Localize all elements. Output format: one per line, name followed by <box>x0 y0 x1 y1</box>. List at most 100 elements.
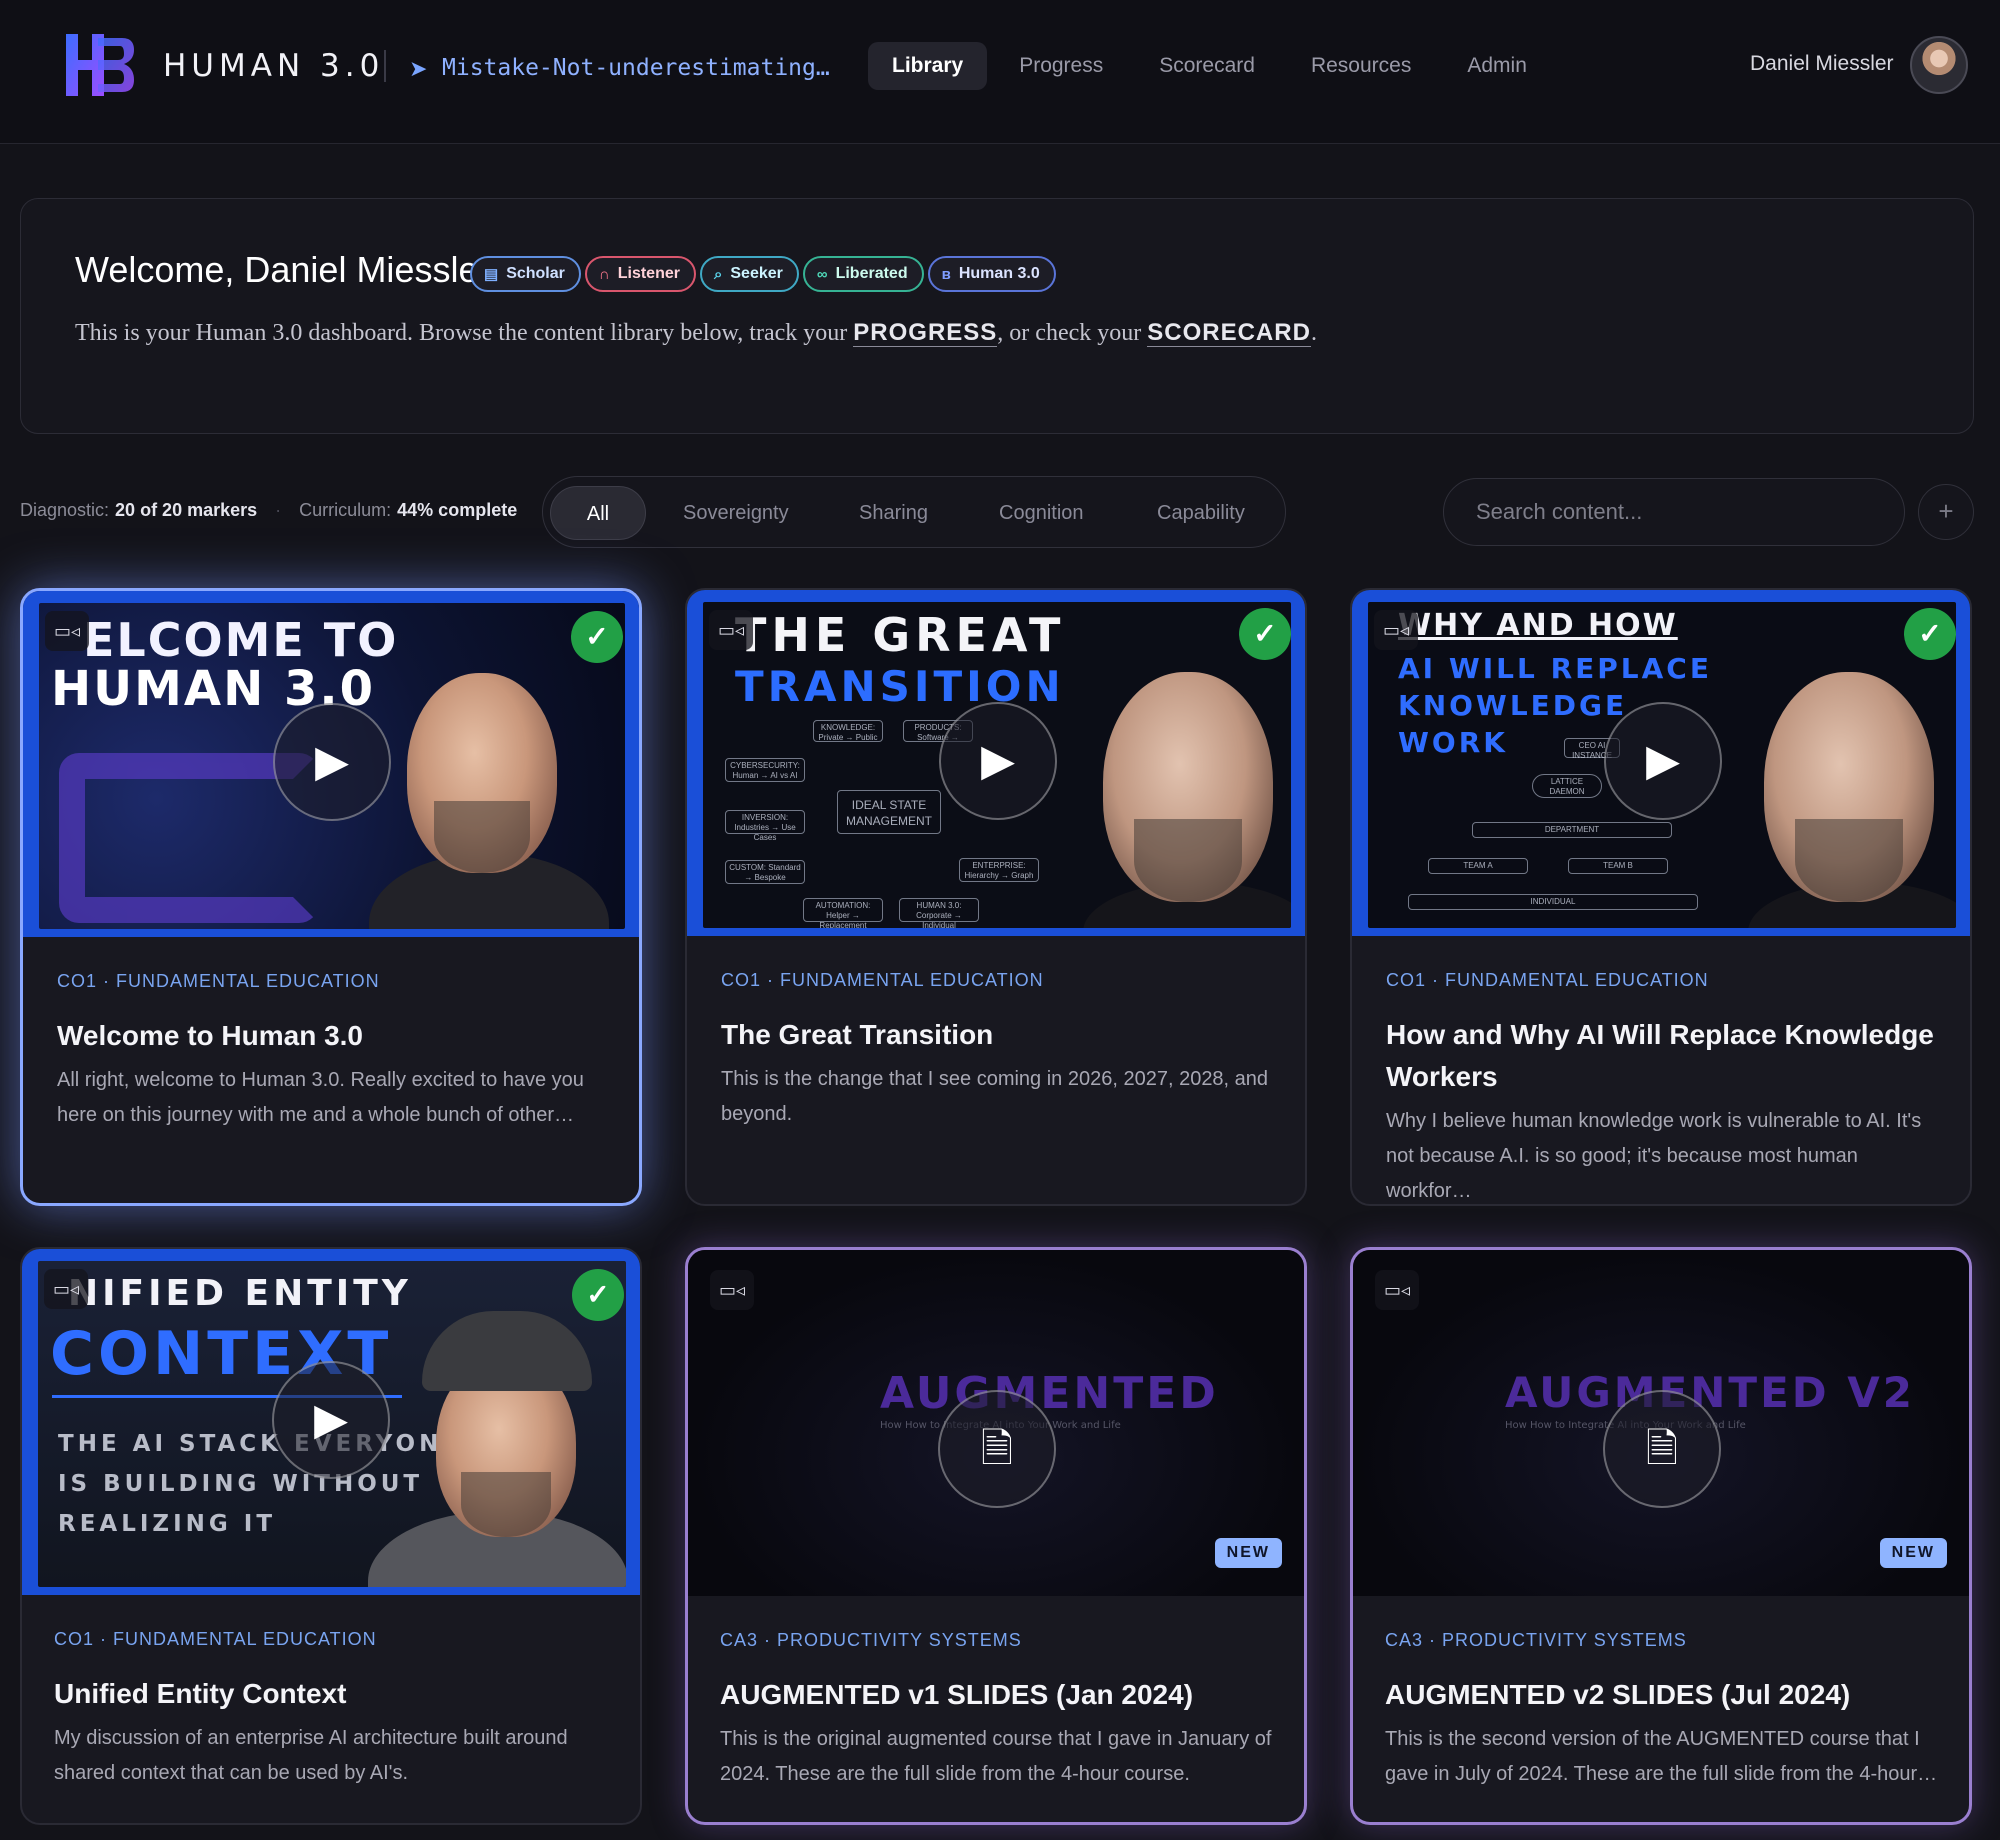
diagram-node: TEAM A <box>1428 858 1528 874</box>
achievement-badges: ▤ Scholar ∩ Listener ⌕ Seeker ∞ Liberate… <box>470 256 1056 292</box>
diagram-node: ENTERPRISE: Hierarchy → Graph <box>959 858 1039 882</box>
content-card[interactable]: ELCOME TO HUMAN 3.0 ▭◃ ✓ ▶ CO1 · FUNDAME… <box>20 588 642 1206</box>
presenter-face <box>407 673 557 873</box>
content-card[interactable]: WHY AND HOW AI WILL REPLACE KNOWLEDGE WO… <box>1350 588 1972 1206</box>
document-button[interactable]: 🗎 <box>938 1390 1056 1508</box>
thumb-title-line: AUGMENTED <box>880 1368 1219 1419</box>
completed-check-icon: ✓ <box>1239 608 1291 660</box>
curriculum-label: Curriculum: <box>299 500 392 520</box>
diagram-node: INVERSION: Industries → Use Cases <box>725 810 805 842</box>
main-nav: Library Progress Scorecard Resources Adm… <box>868 42 1551 90</box>
card-thumbnail: AUGMENTED How How to Integrate AI into Y… <box>688 1250 1304 1596</box>
badge-listener[interactable]: ∩ Listener <box>584 256 696 292</box>
top-header: HUMAN 3.0 ➤ Mistake-Not-underestimating…… <box>0 0 2000 144</box>
search-input[interactable] <box>1443 478 1905 546</box>
completed-check-icon: ✓ <box>571 611 623 663</box>
diagram-node: LATTICE DAEMON <box>1532 774 1602 798</box>
tab-sovereignty[interactable]: Sovereignty <box>683 486 789 540</box>
completed-check-icon: ✓ <box>1904 608 1956 660</box>
new-badge: NEW <box>1214 1538 1282 1568</box>
thumb-title-line: AUGMENTED V2 <box>1505 1368 1915 1417</box>
tab-sharing[interactable]: Sharing <box>859 486 928 540</box>
user-name[interactable]: Daniel Miessler <box>1750 52 1894 76</box>
presenter-cap <box>422 1311 592 1391</box>
arrow-icon: ➤ <box>409 56 428 81</box>
presenter-face <box>1764 672 1934 902</box>
diagram-node: HUMAN 3.0: Corporate → Individual <box>899 898 979 928</box>
video-icon: ▭◃ <box>1375 1270 1419 1310</box>
welcome-description: This is your Human 3.0 dashboard. Browse… <box>75 319 1317 347</box>
progress-stats: Diagnostic: 20 of 20 markers · Curriculu… <box>20 500 517 521</box>
thumb-title-line: THE GREAT <box>735 608 1066 662</box>
link-icon: ∞ <box>816 265 828 283</box>
card-title: AUGMENTED v2 SLIDES (Jul 2024) <box>1385 1679 1851 1710</box>
badge-label: Seeker <box>730 265 783 282</box>
book-icon: ▤ <box>484 266 499 283</box>
thumb-subtitle-line: REALIZING IT <box>58 1511 277 1537</box>
card-description: This is the second version of the AUGMEN… <box>1385 1728 1938 1785</box>
diagram-node: CYBERSECURITY: Human → AI vs AI <box>725 758 805 782</box>
completed-check-icon: ✓ <box>572 1269 624 1321</box>
card-thumbnail: WHY AND HOW AI WILL REPLACE KNOWLEDGE WO… <box>1352 590 1970 936</box>
badge-liberated[interactable]: ∞ Liberated <box>802 256 924 292</box>
nav-library[interactable]: Library <box>868 42 988 90</box>
card-category: CO1 · FUNDAMENTAL EDUCATION <box>1386 970 1709 990</box>
card-description: Why I believe human knowledge work is vu… <box>1386 1110 1922 1202</box>
diagram-node: IDEAL STATE MANAGEMENT <box>837 790 941 834</box>
content-card[interactable]: AUGMENTED V2 How How to Integrate AI int… <box>1350 1247 1972 1825</box>
video-icon: ▭◃ <box>1374 610 1418 650</box>
tab-all[interactable]: All <box>550 486 646 540</box>
diagnostic-value: 20 of 20 markers <box>115 500 258 520</box>
diagram-node: KNOWLEDGE: Private → Public <box>813 720 883 742</box>
diagram-node: AUTOMATION: Helper → Replacement <box>803 898 883 928</box>
diagram-node: INDIVIDUAL <box>1408 894 1698 910</box>
tab-capability[interactable]: Capability <box>1157 486 1245 540</box>
video-icon: ▭◃ <box>709 610 753 650</box>
welcome-text-part: , or check your <box>997 320 1148 346</box>
diagram-node: CUSTOM: Standard → Bespoke <box>725 860 805 884</box>
play-button[interactable]: ▶ <box>272 1361 390 1479</box>
thumb-title-line: WORK <box>1398 726 1508 759</box>
card-category: CA3 · PRODUCTIVITY SYSTEMS <box>1385 1630 1687 1650</box>
category-tabs: All Sovereignty Sharing Cognition Capabi… <box>542 476 1286 548</box>
card-description: All right, welcome to Human 3.0. Really … <box>57 1069 584 1126</box>
document-button[interactable]: 🗎 <box>1603 1390 1721 1508</box>
avatar[interactable] <box>1910 36 1968 94</box>
card-category: CA3 · PRODUCTIVITY SYSTEMS <box>720 1630 1022 1650</box>
card-title: How and Why AI Will Replace Knowledge Wo… <box>1386 1019 1934 1092</box>
thumb-title-line: WHY AND HOW <box>1398 608 1678 643</box>
badge-scholar[interactable]: ▤ Scholar <box>470 256 581 292</box>
content-card[interactable]: THE GREAT TRANSITION KNOWLEDGE: Private … <box>685 588 1307 1206</box>
play-button[interactable]: ▶ <box>1604 702 1722 820</box>
human3-logo-icon[interactable] <box>62 30 138 100</box>
add-button[interactable]: + <box>1918 484 1974 540</box>
badge-label: Liberated <box>835 265 908 282</box>
card-thumbnail: ELCOME TO HUMAN 3.0 ▭◃ ✓ ▶ <box>23 591 639 937</box>
content-card[interactable]: AUGMENTED How How to Integrate AI into Y… <box>685 1247 1307 1825</box>
play-button[interactable]: ▶ <box>273 703 391 821</box>
video-icon: ▭◃ <box>45 611 89 651</box>
nav-resources[interactable]: Resources <box>1287 42 1435 90</box>
content-card[interactable]: NIFIED ENTITY CONTEXT THE AI STACK EVERY… <box>20 1247 642 1825</box>
card-description: My discussion of an enterprise AI archit… <box>54 1727 568 1784</box>
badge-label: Listener <box>617 265 680 282</box>
welcome-text-part: This is your Human 3.0 dashboard. Browse… <box>75 320 854 346</box>
badge-human3[interactable]: ʙ Human 3.0 <box>927 256 1056 292</box>
motto-link[interactable]: Mistake-Not-underestimating… <box>442 55 830 81</box>
scorecard-link[interactable]: SCORECARD <box>1147 319 1311 347</box>
tab-cognition[interactable]: Cognition <box>999 486 1084 540</box>
welcome-title: Welcome, Daniel Miessler. <box>75 249 499 290</box>
card-description: This is the change that I see coming in … <box>721 1068 1269 1125</box>
card-title: AUGMENTED v1 SLIDES (Jan 2024) <box>720 1679 1194 1710</box>
nav-scorecard[interactable]: Scorecard <box>1135 42 1279 90</box>
badge-label: Scholar <box>506 265 565 282</box>
progress-link[interactable]: PROGRESS <box>853 319 998 347</box>
nav-progress[interactable]: Progress <box>995 42 1127 90</box>
video-icon: ▭◃ <box>710 1270 754 1310</box>
play-button[interactable]: ▶ <box>939 702 1057 820</box>
thumb-title-line: KNOWLEDGE <box>1398 689 1628 722</box>
badge-seeker[interactable]: ⌕ Seeker <box>699 256 799 292</box>
card-thumbnail: AUGMENTED V2 How How to Integrate AI int… <box>1353 1250 1969 1596</box>
nav-admin[interactable]: Admin <box>1443 42 1551 90</box>
card-thumbnail: NIFIED ENTITY CONTEXT THE AI STACK EVERY… <box>22 1249 640 1595</box>
